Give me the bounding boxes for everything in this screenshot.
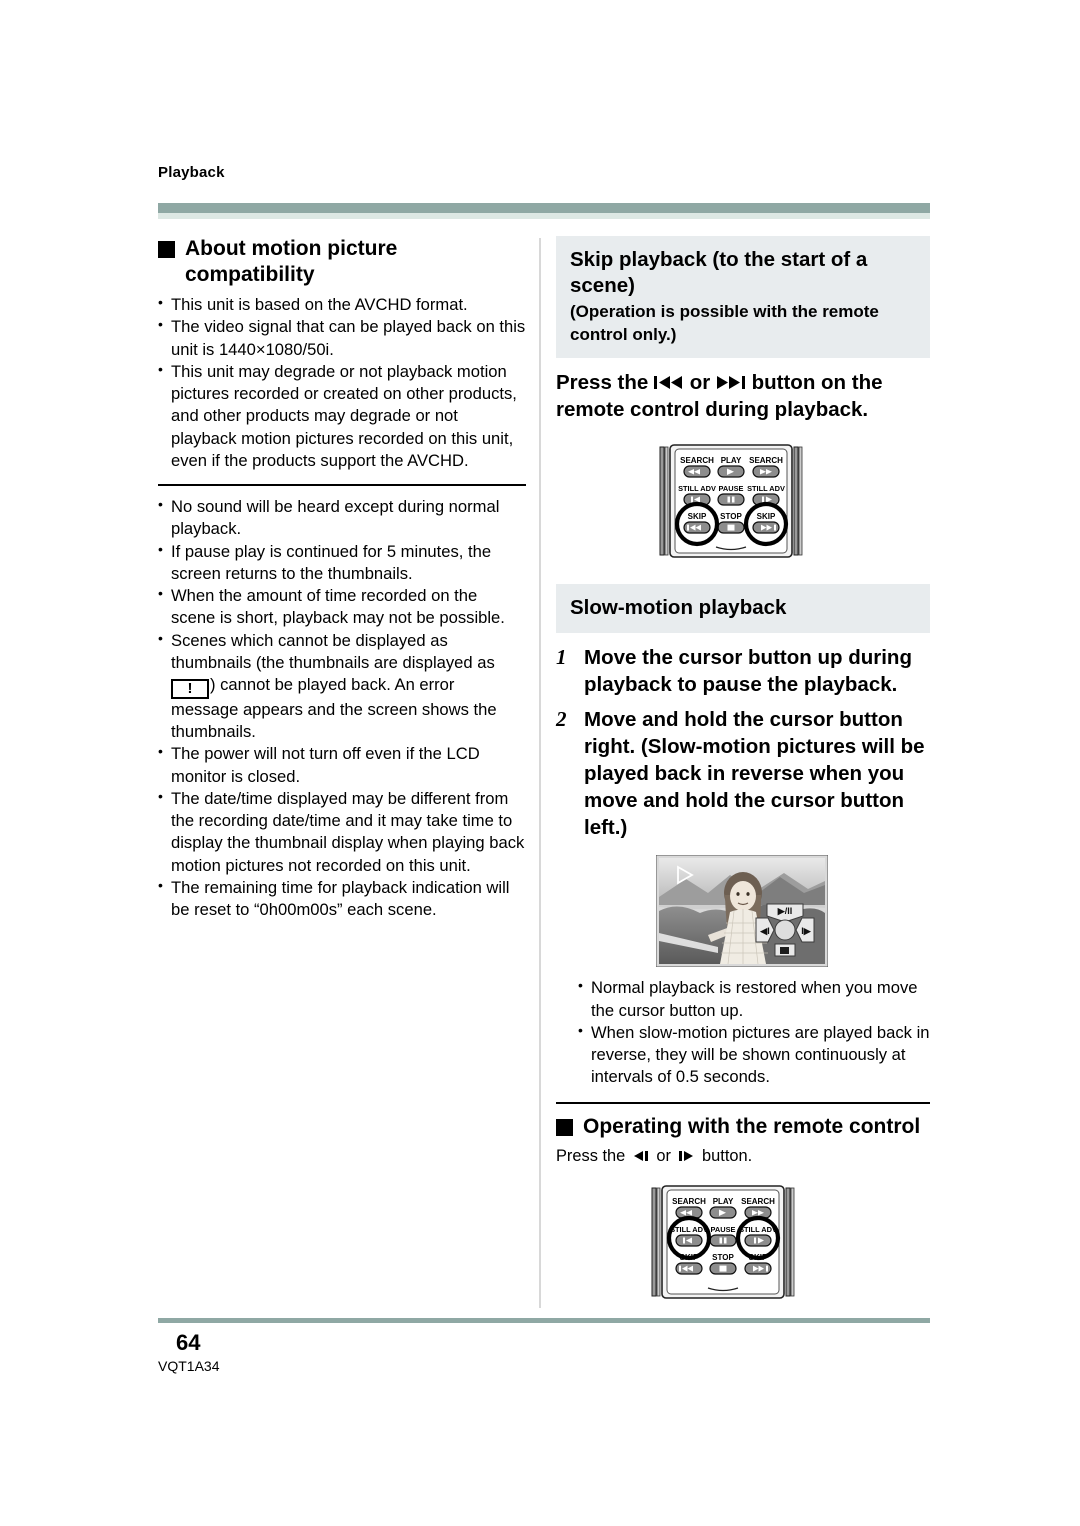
still-adv-right-icon: [679, 1151, 694, 1162]
record-dot-icon: [774, 919, 796, 941]
square-bullet-icon: [158, 241, 175, 258]
bullet-list-playback-notes: No sound will be heard except during nor…: [158, 495, 526, 921]
label-stop: STOP: [712, 1253, 734, 1262]
label-play: PLAY: [713, 1197, 734, 1206]
figure-lcd: ▶/II ◀I I▶: [556, 855, 930, 968]
list-item: No sound will be heard except during nor…: [158, 495, 526, 540]
play-pause-icon: ▶/II: [777, 906, 792, 916]
list-item: Normal playback is restored when you mov…: [578, 976, 930, 1021]
step-text: Move and hold the cursor button right. (…: [584, 708, 925, 840]
square-bullet-icon: [556, 1119, 573, 1137]
step-item: 2 Move and hold the cursor button right.…: [556, 706, 930, 841]
section-slow-motion-header: Slow-motion playback: [556, 583, 930, 633]
column-divider: [539, 238, 541, 1308]
label-stop: STOP: [720, 512, 742, 521]
instruction-text-post: button.: [697, 1147, 753, 1166]
lcd-playback-screen: ▶/II ◀I I▶: [656, 855, 828, 968]
list-item: When the amount of time recorded on the …: [158, 584, 526, 629]
header-rule-light: [158, 213, 930, 219]
still-adv-left-icon: [633, 1151, 648, 1162]
left-column: About motion picture compatibility This …: [158, 236, 526, 921]
label-still-adv-right: STILL ADV: [747, 484, 785, 493]
instruction-text-pre: Press the: [556, 370, 654, 394]
footer-rule: [158, 1318, 930, 1323]
heading-operating-with-remote-control: Operating with the remote control: [556, 1114, 930, 1140]
remote-control-skip-diagram: SEARCH PLAY SEARCH STILL ADV PAUSE STILL…: [659, 443, 803, 558]
exclamation-thumbnail-icon: !: [171, 678, 209, 699]
slow-motion-notes: Normal playback is restored when you mov…: [556, 976, 930, 1089]
section-divider: [556, 1102, 930, 1105]
label-search-left: SEARCH: [680, 456, 714, 465]
instruction-text-pre: Press the: [556, 1147, 630, 1166]
skip-forward-icon: [716, 375, 745, 389]
step-item: 1 Move the cursor button up during playb…: [556, 644, 930, 698]
page-number: 64: [176, 1330, 201, 1355]
remote-instruction: Press the or button.: [556, 1147, 930, 1166]
list-item: The remaining time for playback indicati…: [158, 876, 526, 921]
section-title: Skip playback (to the start of a scene): [570, 248, 868, 298]
step-text: Move the cursor button up during playbac…: [584, 645, 912, 697]
remote-control-still-adv-diagram: SEARCH PLAY SEARCH STILL ADV PAUSE STILL…: [651, 1185, 795, 1299]
thumbnail-note-part2: ) cannot be played back. An error messag…: [171, 674, 497, 742]
figure-remote-still-adv: SEARCH PLAY SEARCH STILL ADV PAUSE STILL…: [556, 1180, 930, 1305]
slow-reverse-icon: ◀I: [759, 926, 769, 936]
section-skip-playback-header: Skip playback (to the start of a scene) …: [556, 236, 930, 358]
list-item: The date/time displayed may be different…: [158, 787, 526, 877]
header-rule: [158, 203, 930, 213]
list-item: If pause play is continued for 5 minutes…: [158, 540, 526, 585]
list-item: The power will not turn off even if the …: [158, 742, 526, 787]
step-number: 1: [556, 644, 567, 669]
instruction-text-mid: or: [684, 370, 716, 394]
label-skip-right: SKIP: [757, 512, 776, 521]
step-number: 2: [556, 707, 567, 732]
running-head: Playback: [158, 164, 225, 181]
list-item: This unit is based on the AVCHD format.: [158, 293, 526, 316]
label-play: PLAY: [721, 456, 742, 465]
thumbnail-note-part1: Scenes which cannot be displayed as thum…: [171, 630, 495, 672]
label-still-adv-right: STILL ADV: [739, 1225, 777, 1234]
label-search-right: SEARCH: [741, 1197, 775, 1206]
skip-instruction: Press the or button on the remote contro…: [556, 369, 930, 423]
manual-page: Playback About motion picture compatibil…: [0, 0, 1080, 1526]
right-column: Skip playback (to the start of a scene) …: [556, 236, 930, 1305]
section-title: Slow-motion playback: [570, 595, 787, 619]
label-search-right: SEARCH: [749, 456, 783, 465]
section-divider: [158, 484, 526, 487]
list-item-thumbnail-error: Scenes which cannot be displayed as thum…: [158, 629, 526, 744]
label-pause: PAUSE: [719, 484, 744, 493]
list-item: When slow-motion pictures are played bac…: [578, 1021, 930, 1089]
slow-motion-steps: 1 Move the cursor button up during playb…: [556, 644, 930, 841]
label-still-adv-left: STILL ADV: [678, 484, 716, 493]
stop-icon: [780, 947, 789, 955]
label-still-adv-left: STILL ADV: [670, 1225, 708, 1234]
section-subtitle: (Operation is possible with the remote c…: [570, 302, 879, 344]
list-item: This unit may degrade or not playback mo…: [158, 360, 526, 472]
figure-remote-skip: SEARCH PLAY SEARCH STILL ADV PAUSE STILL…: [556, 439, 930, 564]
list-item: The video signal that can be played back…: [158, 315, 526, 360]
document-code: VQT1A34: [158, 1358, 220, 1374]
skip-back-icon: [654, 375, 682, 389]
label-search-left: SEARCH: [672, 1197, 706, 1206]
slow-forward-icon: I▶: [801, 926, 812, 936]
instruction-text-mid: or: [651, 1147, 676, 1166]
label-skip-left: SKIP: [688, 512, 707, 521]
bullet-list-compatibility: This unit is based on the AVCHD format. …: [158, 293, 526, 472]
heading-about-motion-picture-compatibility: About motion picture compatibility: [158, 236, 526, 287]
label-pause: PAUSE: [711, 1225, 736, 1234]
